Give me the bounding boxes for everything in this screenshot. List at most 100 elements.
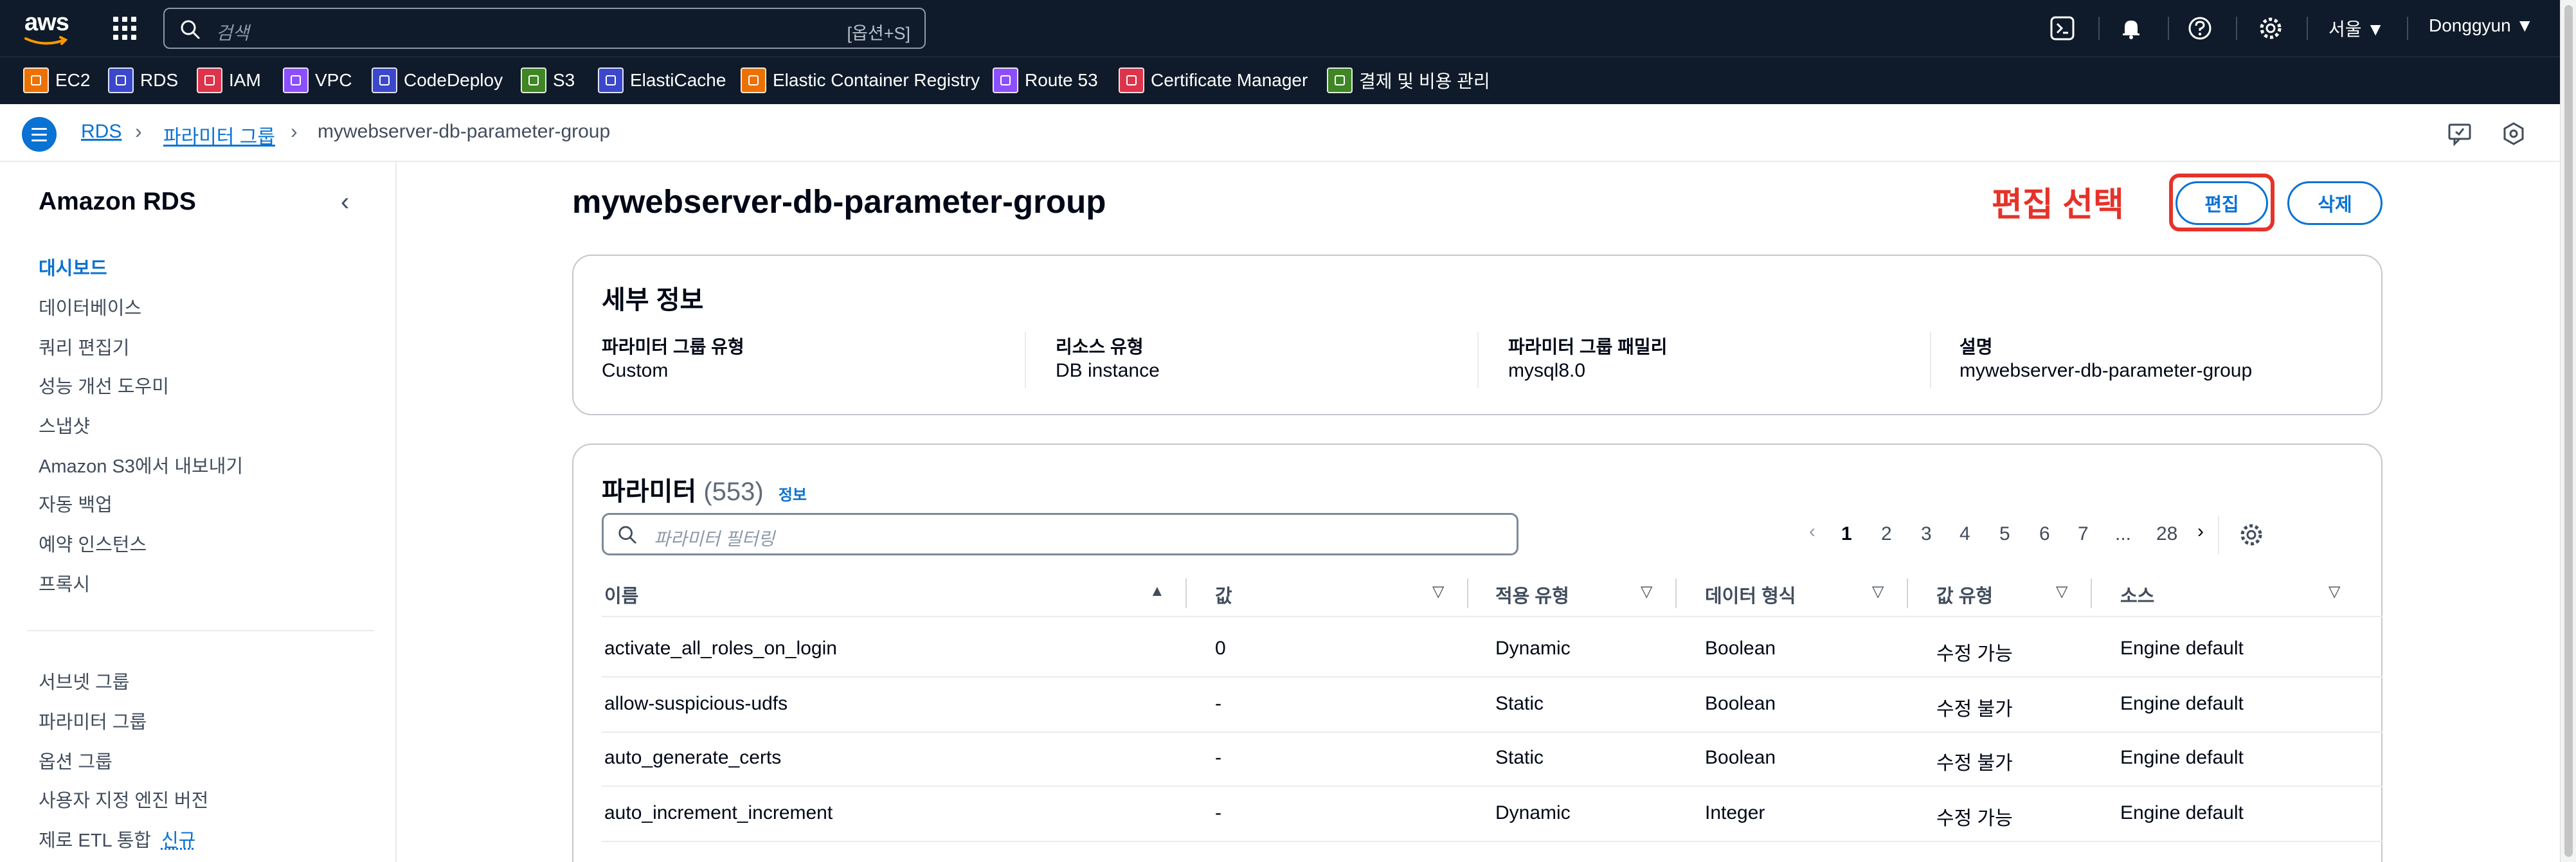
favorite-rds[interactable]: RDS (108, 65, 178, 96)
sidebar-item-parameter-groups[interactable]: 파라미터 그룹 (39, 707, 147, 734)
column-header-value-type[interactable]: 값 유형 (1936, 581, 1993, 608)
column-divider[interactable] (1467, 579, 1468, 608)
sidebar-item-reserved-instances[interactable]: 예약 인스턴스 (39, 530, 147, 557)
favorite-elasticache[interactable]: ElastiCache (598, 65, 726, 96)
column-header-data-type[interactable]: 데이터 형식 (1705, 581, 1796, 608)
pagination-next-icon[interactable]: › (2197, 521, 2204, 543)
sort-icon[interactable]: ▽ (2056, 582, 2067, 601)
breadcrumb-current: mywebserver-db-parameter-group (318, 121, 611, 142)
page-6[interactable]: 6 (2039, 523, 2050, 545)
parameter-filter-input[interactable]: 파라미터 필터링 (602, 513, 1518, 555)
sort-icon[interactable]: ▽ (1641, 582, 1652, 601)
route53-icon (993, 67, 1018, 93)
column-divider[interactable] (2091, 579, 2092, 608)
page-1[interactable]: 1 (1841, 523, 1852, 545)
favorites-bar: EC2 RDS IAM VPC CodeDeploy S3 ElastiCach… (0, 57, 2560, 104)
column-divider[interactable] (1185, 579, 1187, 608)
info-link[interactable]: 정보 (779, 487, 807, 504)
region-selector[interactable]: 서울 ▼ (2328, 15, 2384, 41)
favorite-vpc[interactable]: VPC (283, 65, 352, 96)
sort-icon[interactable]: ▽ (1872, 582, 1884, 601)
column-header-apply-type[interactable]: 적용 유형 (1495, 581, 1569, 608)
gear-icon[interactable] (2238, 522, 2264, 551)
menu-icon[interactable] (22, 117, 57, 152)
chevron-left-icon[interactable]: ‹ (341, 188, 349, 217)
sort-icon[interactable]: ▽ (2328, 582, 2340, 601)
search-shortcut: [옵션+S] (847, 24, 910, 43)
cell-data-type: Boolean (1705, 747, 1776, 768)
details-card: 세부 정보 파라미터 그룹 유형 Custom 리소스 유형 DB instan… (572, 255, 2382, 415)
sidebar-item-automated-backups[interactable]: 자동 백업 (39, 490, 113, 517)
column-header-name[interactable]: 이름 (604, 581, 638, 608)
settings-hexagon-icon[interactable] (2501, 121, 2526, 150)
sidebar-item-databases[interactable]: 데이터베이스 (39, 293, 141, 320)
row-divider (602, 841, 2382, 842)
column-divider[interactable] (1675, 579, 1677, 608)
favorite-ec2[interactable]: EC2 (23, 65, 90, 96)
breadcrumb-rds[interactable]: RDS (81, 121, 122, 143)
sidebar-item-query-editor[interactable]: 쿼리 편집기 (39, 333, 129, 360)
terminal-icon[interactable] (2049, 15, 2075, 41)
ecr-icon (741, 67, 766, 93)
favorite-billing[interactable]: 결제 및 비용 관리 (1327, 65, 1490, 96)
sidebar-item-performance-insights[interactable]: 성능 개선 도우미 (39, 372, 169, 399)
page-scrollbar[interactable] (2560, 0, 2576, 862)
sidebar-item-snapshots[interactable]: 스냅샷 (39, 411, 90, 438)
delete-button[interactable]: 삭제 (2287, 181, 2382, 225)
page-ellipsis: ... (2115, 523, 2132, 544)
field-label: 설명 (1959, 337, 1993, 357)
scrollbar-thumb[interactable] (2564, 5, 2573, 857)
sidebar-item-proxies[interactable]: 프록시 (39, 570, 90, 597)
page-28[interactable]: 28 (2156, 523, 2177, 545)
nav-divider (2236, 17, 2237, 40)
help-icon[interactable] (2187, 15, 2213, 41)
sidebar: Amazon RDS ‹ 대시보드 데이터베이스 쿼리 편집기 성능 개선 도우… (0, 162, 397, 862)
grid-icon[interactable] (111, 14, 139, 42)
certificate-manager-icon (1119, 67, 1144, 93)
sort-icon[interactable]: ▽ (1432, 582, 1444, 601)
sort-ascending-icon[interactable]: ▲ (1149, 582, 1165, 600)
parameters-card: 파라미터 (553) 정보 파라미터 필터링 ‹ 1 2 3 4 5 6 7 .… (572, 444, 2382, 862)
s3-icon (521, 67, 546, 93)
sidebar-item-zero-etl[interactable]: 제로 ETL 통합 신규 (39, 825, 195, 852)
search-icon (618, 526, 636, 544)
details-heading: 세부 정보 (602, 286, 704, 314)
favorite-ecr[interactable]: Elastic Container Registry (741, 65, 980, 96)
sidebar-item-option-groups[interactable]: 옵션 그룹 (39, 747, 113, 774)
favorite-codedeploy[interactable]: CodeDeploy (372, 65, 503, 96)
field-divider (1477, 332, 1479, 388)
column-header-source[interactable]: 소스 (2120, 581, 2154, 608)
sidebar-item-subnet-groups[interactable]: 서브넷 그룹 (39, 667, 129, 694)
chevron-right-icon: › (135, 120, 142, 143)
column-header-value[interactable]: 값 (1215, 581, 1232, 608)
breadcrumb: RDS › 파라미터 그룹 › mywebserver-db-parameter… (0, 104, 2560, 162)
favorite-certificate-manager[interactable]: Certificate Manager (1119, 65, 1308, 96)
cell-value: 0 (1215, 638, 1226, 659)
sidebar-item-s3-export[interactable]: Amazon S3에서 내보내기 (39, 451, 243, 478)
page-7[interactable]: 7 (2078, 523, 2089, 545)
bell-icon[interactable] (2118, 15, 2144, 41)
page-2[interactable]: 2 (1881, 523, 1892, 545)
page-3[interactable]: 3 (1921, 523, 1932, 545)
page-5[interactable]: 5 (1999, 523, 2010, 545)
ec2-icon (23, 67, 49, 93)
feedback-icon[interactable] (2447, 121, 2472, 150)
sidebar-item-custom-engine-versions[interactable]: 사용자 지정 엔진 버전 (39, 786, 208, 813)
gear-icon[interactable] (2258, 15, 2283, 41)
column-divider[interactable] (1907, 579, 1908, 608)
global-search-input[interactable]: 검색 [옵션+S] (163, 8, 926, 49)
pagination-prev-icon[interactable]: ‹ (1809, 521, 1815, 543)
row-divider (602, 732, 2382, 733)
favorite-route53[interactable]: Route 53 (993, 65, 1098, 96)
sidebar-item-dashboard[interactable]: 대시보드 (39, 253, 107, 280)
page-4[interactable]: 4 (1959, 523, 1970, 545)
cell-value: - (1215, 693, 1221, 714)
nav-divider (2168, 17, 2169, 40)
user-menu[interactable]: Donggyun ▼ (2429, 15, 2534, 36)
page-title: mywebserver-db-parameter-group (572, 183, 1106, 220)
favorite-s3[interactable]: S3 (521, 65, 575, 96)
favorite-iam[interactable]: IAM (197, 65, 261, 96)
cell-name: auto_generate_certs (604, 747, 782, 768)
breadcrumb-parameter-groups[interactable]: 파라미터 그룹 (163, 121, 275, 149)
aws-logo[interactable]: aws (24, 9, 71, 48)
